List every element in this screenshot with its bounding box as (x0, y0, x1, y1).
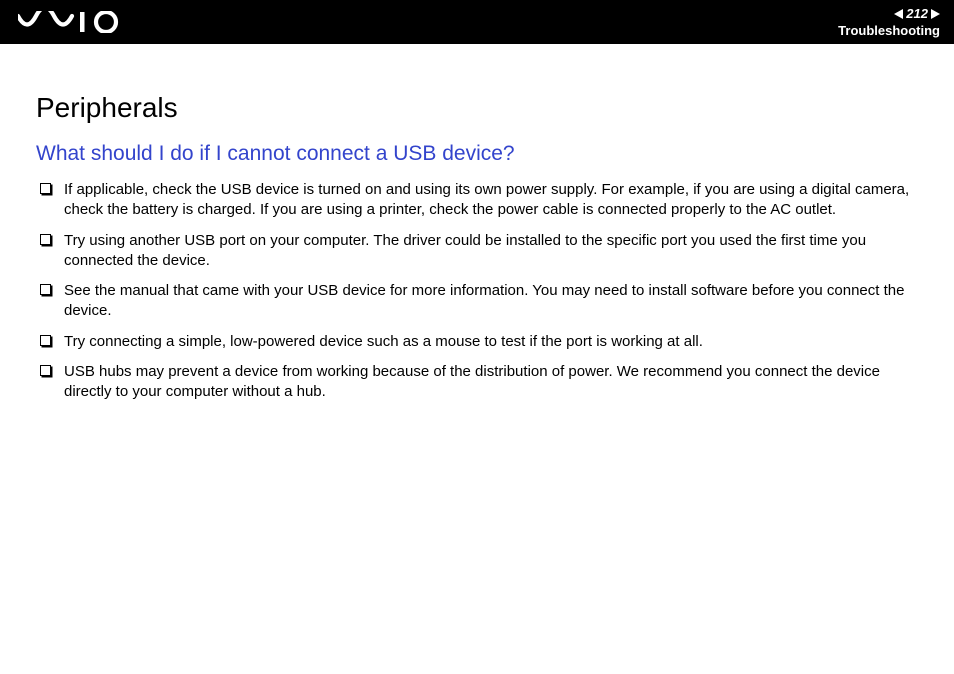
bullet-icon (40, 335, 51, 346)
vaio-logo-svg (18, 11, 124, 33)
bullet-icon (40, 234, 51, 245)
page-indicator: 212 (838, 6, 940, 22)
bullet-icon (40, 365, 51, 376)
page-title: Peripherals (36, 92, 918, 124)
list-item-text: If applicable, check the USB device is t… (64, 181, 909, 218)
list-item-text: Try using another USB port on your compu… (64, 232, 866, 269)
page-content: Peripherals What should I do if I cannot… (0, 44, 954, 402)
page-number: 212 (906, 6, 928, 22)
bullet-icon (40, 284, 51, 295)
bullet-list: If applicable, check the USB device is t… (36, 180, 918, 402)
list-item: If applicable, check the USB device is t… (36, 180, 918, 221)
header-nav: 212 Troubleshooting (838, 6, 940, 38)
prev-page-icon[interactable] (894, 9, 903, 19)
question-heading: What should I do if I cannot connect a U… (36, 142, 918, 166)
list-item-text: See the manual that came with your USB d… (64, 282, 904, 319)
list-item: See the manual that came with your USB d… (36, 281, 918, 322)
list-item-text: USB hubs may prevent a device from worki… (64, 363, 880, 400)
list-item: USB hubs may prevent a device from worki… (36, 362, 918, 403)
header-bar: 212 Troubleshooting (0, 0, 954, 44)
bullet-icon (40, 183, 51, 194)
list-item-text: Try connecting a simple, low-powered dev… (64, 333, 703, 350)
vaio-logo (18, 0, 124, 44)
next-page-icon[interactable] (931, 9, 940, 19)
section-label: Troubleshooting (838, 23, 940, 39)
list-item: Try connecting a simple, low-powered dev… (36, 332, 918, 352)
list-item: Try using another USB port on your compu… (36, 231, 918, 272)
